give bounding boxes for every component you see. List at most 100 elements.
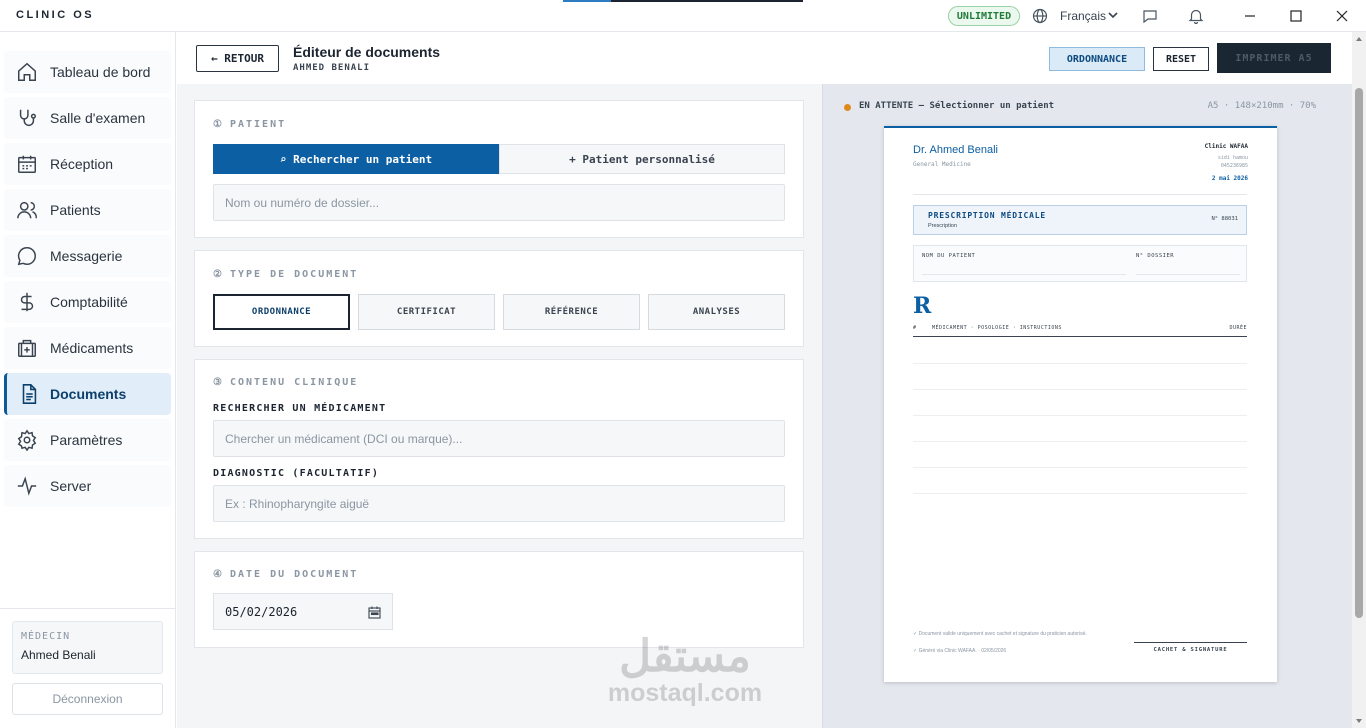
- diagnosis-label: DIAGNOSTIC (FACULTATIF): [213, 468, 380, 479]
- paper-rx-title: PRESCRIPTION MÉDICALE: [928, 211, 1046, 220]
- type-button-certificat[interactable]: CERTIFICAT: [358, 294, 495, 330]
- diagnosis-input[interactable]: Ex : Rhinopharyngite aiguë: [213, 485, 785, 522]
- chevron-down-icon[interactable]: [1108, 11, 1118, 19]
- top-progress-bar: [563, 0, 803, 2]
- calendar-icon: [18, 155, 36, 173]
- document-date-input[interactable]: 05/02/2026: [213, 593, 393, 630]
- tab-custom-patient[interactable]: + Patient personnalisé: [499, 144, 785, 174]
- sidebar-item-reception[interactable]: Réception: [4, 143, 171, 185]
- paper-patient-box: NOM DU PATIENT N° DOSSIER: [913, 245, 1247, 282]
- sidebar-item-documents[interactable]: Documents: [4, 373, 171, 415]
- title-bar: CLINIC OS UNLIMITED Français: [0, 0, 1366, 32]
- paper-clinic-city: sidi hamou: [1217, 155, 1248, 161]
- paper-divider: [913, 194, 1247, 195]
- sidebar-item-label: Réception: [50, 156, 114, 172]
- doc-type-section-title: ② TYPE DE DOCUMENT: [213, 269, 358, 280]
- tab-search-patient[interactable]: ⌕ Rechercher un patient: [213, 144, 499, 174]
- sidebar-item-label: Médicaments: [50, 340, 134, 356]
- scrollbar-thumb[interactable]: [1355, 88, 1363, 618]
- medication-search-input[interactable]: Chercher un médicament (DCI ou marque)..…: [213, 420, 785, 457]
- paper-row-line: [913, 493, 1247, 494]
- stethoscope-icon: [19, 109, 36, 126]
- sidebar-divider: [0, 608, 176, 609]
- paper-patient-name-line: [922, 274, 1126, 275]
- sidebar: Tableau de bord Salle d'examen Réception…: [0, 32, 176, 728]
- chat-icon[interactable]: [1142, 8, 1158, 24]
- logout-button[interactable]: Déconnexion: [12, 683, 163, 715]
- paper-rx-subtitle: Prescription: [928, 223, 958, 229]
- sidebar-item-dashboard[interactable]: Tableau de bord: [4, 51, 171, 93]
- paper-col-duration: DURÉE: [1229, 325, 1247, 331]
- reset-button[interactable]: RESET: [1153, 47, 1209, 71]
- paper-patient-name-label: NOM DU PATIENT: [922, 253, 976, 259]
- maximize-icon[interactable]: [1286, 6, 1306, 26]
- window-scrollbar[interactable]: [1352, 32, 1366, 728]
- section-title-text: PATIENT: [229, 119, 287, 130]
- paper-signature-label: CACHET & SIGNATURE: [1153, 647, 1228, 653]
- sidebar-item-medications[interactable]: Médicaments: [4, 327, 171, 369]
- sidebar-item-patients[interactable]: Patients: [4, 189, 171, 231]
- close-icon[interactable]: [1332, 6, 1352, 26]
- sidebar-item-label: Server: [50, 478, 92, 494]
- rx-symbol: R: [913, 293, 932, 319]
- top-progress-fill: [563, 0, 611, 2]
- paper-row-line: [913, 441, 1247, 442]
- paper-rx-number: N° 88031: [1211, 216, 1239, 222]
- message-icon: [17, 247, 36, 266]
- section-number: ③: [213, 377, 224, 388]
- sidebar-item-server[interactable]: Server: [4, 465, 171, 507]
- paper-clinic-phone: 045236985: [1220, 163, 1248, 169]
- print-button[interactable]: IMPRIMER A5: [1217, 43, 1331, 73]
- paper-specialty: General Medicine: [913, 161, 971, 168]
- date-section-title: ④ DATE DU DOCUMENT: [213, 569, 358, 580]
- sidebar-item-label: Paramètres: [50, 432, 123, 448]
- document-icon: [22, 384, 36, 404]
- calendar-icon[interactable]: [368, 606, 381, 619]
- scroll-up-arrow-icon[interactable]: [1356, 37, 1362, 41]
- preview-status: EN ATTENTE — Sélectionner un patient: [859, 101, 1055, 111]
- bell-icon[interactable]: [1188, 7, 1204, 24]
- app-title: CLINIC OS: [16, 9, 95, 21]
- paper-clinic-name: Clinic WAFAA: [1204, 143, 1248, 150]
- sidebar-item-label: Salle d'examen: [50, 110, 146, 126]
- paper-footer-generated: ✓ Généré via Clinic WAFAA. · 02/05/2026: [913, 648, 1007, 654]
- sidebar-item-label: Patients: [50, 202, 101, 218]
- preview-panel: EN ATTENTE — Sélectionner un patient A5 …: [822, 84, 1352, 728]
- sidebar-item-accounting[interactable]: Comptabilité: [4, 281, 171, 323]
- page-subtitle: AHMED BENALI: [293, 63, 371, 73]
- doc-type-badge[interactable]: ORDONNANCE: [1049, 47, 1145, 71]
- doctor-label: MÉDECIN: [21, 631, 71, 642]
- section-number: ①: [213, 119, 224, 130]
- doc-type-card: ② TYPE DE DOCUMENT ORDONNANCE CERTIFICAT …: [194, 250, 804, 347]
- paper-date: 2 mai 2026: [1211, 175, 1248, 182]
- paper-file-number-label: N° DOSSIER: [1136, 253, 1175, 259]
- patient-search-input[interactable]: Nom ou numéro de dossier...: [213, 184, 785, 221]
- globe-icon[interactable]: [1032, 8, 1048, 24]
- minimize-icon[interactable]: [1240, 6, 1260, 26]
- home-icon: [18, 62, 36, 81]
- users-icon: [17, 201, 38, 219]
- medical-kit-icon: [18, 339, 36, 357]
- sidebar-item-settings[interactable]: Paramètres: [4, 419, 171, 461]
- sidebar-item-label: Comptabilité: [50, 294, 128, 310]
- date-value: 05/02/2026: [225, 604, 298, 619]
- prescription-paper: Dr. Ahmed Benali General Medicine Clinic…: [884, 126, 1277, 682]
- gear-icon: [17, 429, 37, 451]
- language-selector[interactable]: Français: [1060, 9, 1106, 23]
- scroll-down-arrow-icon[interactable]: [1356, 719, 1362, 723]
- section-title-text: TYPE DE DOCUMENT: [229, 269, 359, 280]
- paper-doctor-name: Dr. Ahmed Benali: [913, 144, 998, 156]
- type-button-ordonnance[interactable]: ORDONNANCE: [213, 294, 350, 330]
- clinical-card: ③ CONTENU CLINIQUE RECHERCHER UN MÉDICAME…: [194, 359, 804, 539]
- type-button-reference[interactable]: RÉFÉRENCE: [503, 294, 640, 330]
- paper-footer-validity: ✓ Document valide uniquement avec cachet…: [913, 631, 1087, 637]
- paper-row-line: [913, 389, 1247, 390]
- editor-panel: ① PATIENT ⌕ Rechercher un patient + Patie…: [177, 84, 822, 728]
- back-button[interactable]: ← RETOUR: [196, 45, 279, 72]
- sidebar-item-messaging[interactable]: Messagerie: [4, 235, 171, 277]
- paper-table-header: # MÉDICAMENT · POSOLOGIE · INSTRUCTIONS …: [913, 325, 1247, 337]
- type-button-analyses[interactable]: ANALYSES: [648, 294, 785, 330]
- sidebar-item-exam-room[interactable]: Salle d'examen: [4, 97, 171, 139]
- patient-section-title: ① PATIENT: [213, 119, 286, 130]
- paper-row-line: [913, 363, 1247, 364]
